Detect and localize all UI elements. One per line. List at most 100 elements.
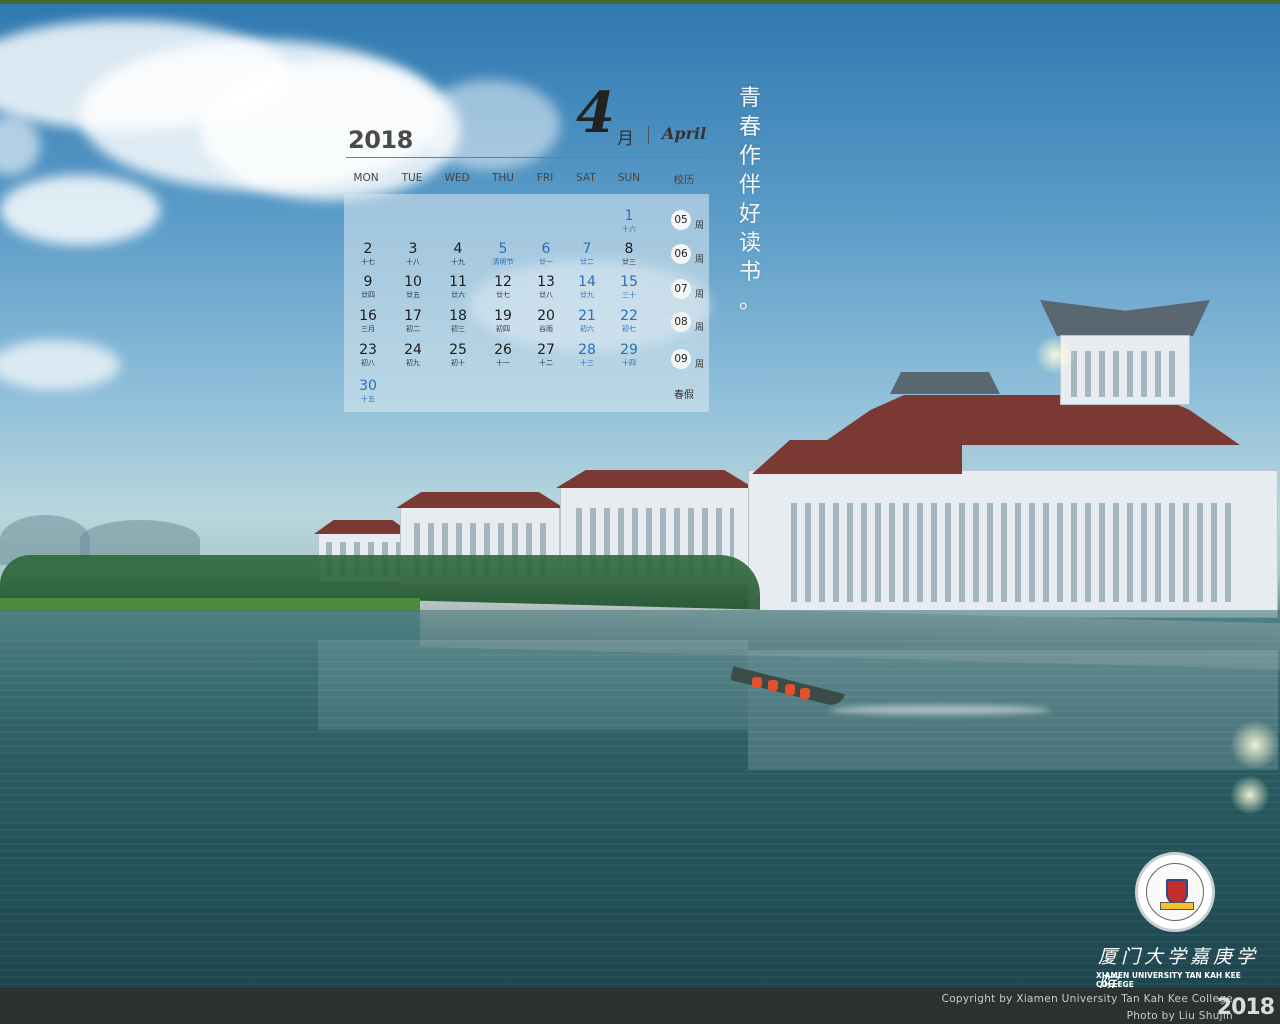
calendar-day: 3 十八 — [391, 241, 435, 267]
day-number: 10 — [404, 274, 422, 290]
slogan-char: 好 — [738, 202, 761, 227]
day-number: 23 — [359, 342, 377, 358]
calendar-day: 16 三月 — [346, 308, 390, 334]
lunar-date: 廿七 — [496, 291, 510, 299]
calendar-day: 4 十九 — [436, 241, 480, 267]
day-number: 15 — [620, 274, 638, 290]
day-number: 21 — [578, 308, 596, 324]
library-tower — [1060, 335, 1190, 405]
calendar-day: 8 廿三 — [607, 241, 651, 267]
day-number: 13 — [537, 274, 555, 290]
month-number: 4 — [576, 80, 615, 146]
calendar-day: 14 廿九 — [565, 274, 609, 300]
lunar-date: 初九 — [406, 359, 420, 367]
calendar-day: 24 初九 — [391, 342, 435, 368]
lunar-date: 廿四 — [361, 291, 375, 299]
lunar-date: 十六 — [622, 225, 636, 233]
weekday-label: MON — [353, 172, 379, 184]
calendar-day: 11 廿六 — [436, 274, 480, 300]
day-number: 28 — [578, 342, 596, 358]
lunar-date: 三十 — [622, 291, 636, 299]
calendar-day: 1 十六 — [607, 208, 651, 234]
lunar-date: 三月 — [361, 325, 375, 333]
school-week-number: 09 — [671, 349, 691, 369]
seal-banner — [1160, 902, 1194, 910]
month-english-label: April — [662, 124, 707, 143]
day-number: 29 — [620, 342, 638, 358]
lunar-date: 谷雨 — [539, 325, 553, 333]
lunar-date: 十四 — [622, 359, 636, 367]
cloud — [0, 340, 120, 390]
day-number: 12 — [494, 274, 512, 290]
weekday-label: SUN — [617, 172, 641, 184]
vertical-slogan: 青 春 作 伴 好 读 书 。 — [737, 84, 763, 316]
day-number: 24 — [404, 342, 422, 358]
calendar-day: 2 十七 — [346, 241, 390, 267]
slogan-char: 青 — [738, 86, 761, 111]
rower — [768, 680, 778, 691]
weekday-label: SAT — [576, 172, 596, 184]
lunar-date: 廿二 — [580, 258, 594, 266]
water-ripples — [0, 640, 1280, 988]
day-number: 2 — [363, 241, 373, 257]
slogan-char: 伴 — [738, 173, 761, 198]
calendar-day: 25 初十 — [436, 342, 480, 368]
library-building — [748, 470, 1278, 618]
calendar-day: 10 廿五 — [391, 274, 435, 300]
college-name-english: XIAMEN UNIVERSITY TAN KAH KEE COLLEGE — [1096, 971, 1241, 989]
calendar-day: 12 廿七 — [481, 274, 525, 300]
day-number: 25 — [449, 342, 467, 358]
rower — [752, 677, 762, 688]
day-number: 30 — [359, 378, 377, 394]
day-number: 19 — [494, 308, 512, 324]
spring-break-label: 春假 — [674, 390, 694, 401]
day-number: 17 — [404, 308, 422, 324]
day-number: 8 — [624, 241, 634, 257]
day-number: 26 — [494, 342, 512, 358]
calendar-day: 9 廿四 — [346, 274, 390, 300]
lunar-date: 初三 — [451, 325, 465, 333]
lunar-date: 十二 — [539, 359, 553, 367]
calendar-day: 23 初八 — [346, 342, 390, 368]
lunar-date: 廿一 — [539, 258, 553, 266]
school-calendar-label: 校历 — [673, 174, 695, 186]
calendar-day: 27 十二 — [524, 342, 568, 368]
lens-flare — [1230, 720, 1280, 770]
day-number: 4 — [453, 241, 463, 257]
campus-lake-photo — [0, 0, 1280, 988]
lunar-date: 十九 — [451, 258, 465, 266]
lunar-date: 十七 — [361, 258, 375, 266]
calendar-day: 17 初二 — [391, 308, 435, 334]
day-number: 5 — [498, 241, 508, 257]
lunar-date: 廿六 — [451, 291, 465, 299]
seal-inner-ring — [1146, 863, 1204, 921]
day-number: 18 — [449, 308, 467, 324]
building-roof — [396, 492, 564, 508]
school-week-suffix: 周 — [695, 290, 705, 300]
calendar-day: 15 三十 — [607, 274, 651, 300]
copyright-text: Copyright by Xiamen University Tan Kah K… — [941, 993, 1233, 1005]
school-week-suffix: 周 — [695, 323, 705, 333]
slogan-char: 书 — [738, 260, 761, 285]
building-roof — [556, 470, 754, 488]
cloud — [0, 175, 160, 245]
day-number: 3 — [408, 241, 418, 257]
calendar-day: 21 初六 — [565, 308, 609, 334]
calendar-day: 13 廿八 — [524, 274, 568, 300]
school-week-number: 07 — [671, 279, 691, 299]
building-roof — [314, 520, 412, 534]
top-edge-stripe — [0, 0, 1280, 4]
lunar-date: 十一 — [496, 359, 510, 367]
school-week-number: 08 — [671, 312, 691, 332]
rower — [800, 688, 810, 699]
calendar-year: 2018 — [348, 126, 413, 154]
building-roof — [1040, 300, 1210, 336]
college-seal-logo — [1135, 852, 1215, 932]
day-number: 22 — [620, 308, 638, 324]
lens-flare — [1035, 335, 1075, 375]
lens-flare — [1230, 775, 1270, 815]
building-roof — [752, 440, 962, 474]
lunar-date: 初六 — [580, 325, 594, 333]
weekday-header: MON TUE WED THU FRI SAT SUN 校历 — [344, 172, 709, 188]
lunar-date: 初四 — [496, 325, 510, 333]
